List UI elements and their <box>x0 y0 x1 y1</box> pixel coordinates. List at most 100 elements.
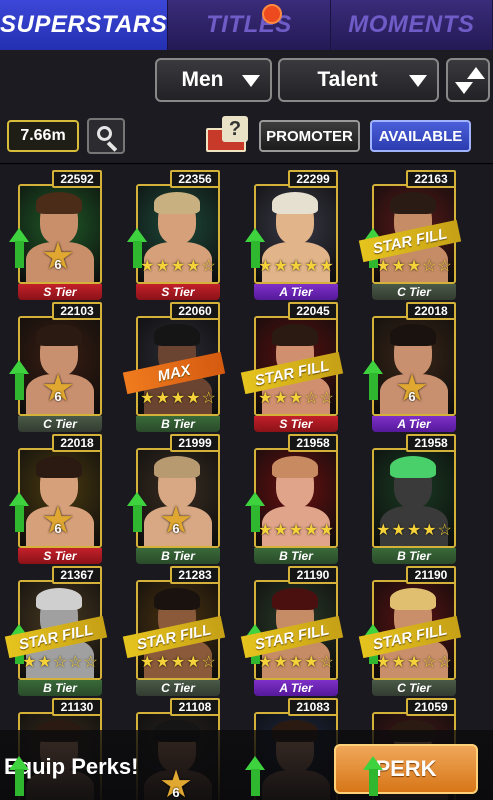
tab-moments-label: MOMENTS <box>348 11 475 38</box>
upgrade-arrow-head <box>245 492 265 506</box>
available-filter-button[interactable]: AVAILABLE <box>370 120 471 152</box>
star-icon: ★ <box>170 258 186 275</box>
upgrade-arrow-head <box>127 228 147 242</box>
superstar-card[interactable]: 21999 ★ 6 B Tier <box>127 434 220 564</box>
star-icon: ★ <box>140 390 155 407</box>
star-icon: ☆ <box>437 522 452 539</box>
portrait-hair <box>154 588 200 610</box>
portrait-hair <box>390 192 436 214</box>
star-icon: ★ <box>376 522 391 539</box>
star-icon: ★ <box>406 258 422 275</box>
superstar-card[interactable]: 21367 ★ ★ ☆ ☆ ☆ STAR FILL B Tier <box>4 566 108 696</box>
perk-button[interactable]: PERK <box>334 744 478 794</box>
portrait-hair <box>390 456 436 478</box>
upgrade-arrow-head <box>363 360 383 374</box>
star-icon: ☆ <box>201 258 216 275</box>
superstar-card[interactable]: 21190 ★ ★ ★ ★ ☆ STAR FILL A Tier <box>240 566 344 696</box>
filter-row: Men Talent <box>0 50 493 112</box>
superstar-card[interactable]: 22356 ★ ★ ★ ★ ☆ S Tier <box>127 170 220 300</box>
star-icon: ★ <box>155 654 170 671</box>
star-icon: ★ <box>304 654 319 671</box>
superstar-card[interactable]: 21283 ★ ★ ★ ★ ☆ STAR FILL C Tier <box>122 566 226 696</box>
star-level-badge-icon: ★ 6 <box>159 766 193 800</box>
tier-label: C Tier <box>372 680 456 696</box>
upgrade-arrow-shaft <box>251 769 260 796</box>
tier-label: C Tier <box>18 416 102 432</box>
upgrade-arrow-head <box>9 756 29 770</box>
portrait-hair <box>272 588 318 610</box>
tab-titles[interactable]: TITLES <box>168 0 331 50</box>
upgrade-arrow-head <box>9 360 29 374</box>
star-icon: ★ <box>273 390 288 407</box>
toolbar-row: 7.66m ? PROMOTER AVAILABLE <box>0 112 493 164</box>
superstar-card[interactable]: 21190 ★ ★ ★ ☆ ☆ STAR FILL C Tier <box>358 566 462 696</box>
star-level-badge-icon: ★ 6 <box>395 370 429 408</box>
superstar-card[interactable]: 22103 ★ 6 C Tier <box>9 302 102 432</box>
star-icon: ★ <box>37 654 52 671</box>
upgrade-arrow-shaft <box>15 241 24 268</box>
star-icon: ★ <box>319 258 334 275</box>
superstar-card[interactable]: 21958 ★ ★ ★ ★ ★ B Tier <box>245 434 338 564</box>
upgrade-arrow-shaft <box>251 241 260 268</box>
upgrade-arrow-shaft <box>369 769 378 796</box>
gender-dropdown[interactable]: Men <box>155 58 272 102</box>
star-level-number: 6 <box>54 521 62 536</box>
star-icon: ★ <box>304 522 319 539</box>
perk-button-label: PERK <box>375 756 437 781</box>
superstar-card[interactable]: 22018 ★ 6 A Tier <box>363 302 456 432</box>
star-icon: ★ <box>170 654 186 671</box>
tier-label: C Tier <box>372 284 456 300</box>
star-level-number: 6 <box>54 257 62 272</box>
tab-superstars[interactable]: SUPERSTARS <box>0 0 169 50</box>
search-icon <box>97 126 112 141</box>
star-rating: ★ ★ ★ ★ ☆ <box>138 258 218 276</box>
power-rating: 22045 <box>288 302 338 320</box>
superstar-grid: 22592 ★ 6 S Tier 22356 ★ ★ ★ ★ ☆ S Tier 22299 ★ ★ ★ ★ ★ A… <box>0 165 493 800</box>
star-level-number: 6 <box>54 389 62 404</box>
star-icon: ☆ <box>437 258 452 275</box>
star-icon: ★ <box>288 390 304 407</box>
portrait-hair <box>390 324 436 346</box>
star-icon: ☆ <box>201 654 216 671</box>
superstar-card[interactable]: 22060 ★ ★ ★ ★ ☆ MAX B Tier <box>122 302 226 432</box>
power-rating: 21190 <box>406 566 456 584</box>
star-icon: ★ <box>155 258 170 275</box>
superstar-card[interactable]: 22018 ★ 6 S Tier <box>9 434 102 564</box>
superstar-card[interactable]: 22299 ★ ★ ★ ★ ★ A Tier <box>245 170 338 300</box>
star-icon: ★ <box>391 258 406 275</box>
star-icon: ☆ <box>319 654 334 671</box>
star-icon: ★ <box>140 654 155 671</box>
upgrade-arrow-head <box>245 756 265 770</box>
sort-dropdown[interactable]: Talent <box>278 58 439 102</box>
tier-label: S Tier <box>136 284 220 300</box>
star-icon: ☆ <box>319 390 334 407</box>
tab-moments[interactable]: MOMENTS <box>330 0 493 50</box>
star-rating: ★ ★ ★ ★ ☆ <box>138 390 218 408</box>
superstar-card[interactable]: 22163 ★ ★ ★ ☆ ☆ STAR FILL C Tier <box>358 170 462 300</box>
star-icon: ☆ <box>68 654 83 671</box>
superstar-card[interactable]: 22592 ★ 6 S Tier <box>9 170 102 300</box>
available-label: AVAILABLE <box>378 127 463 145</box>
upgrade-arrow-head <box>9 492 29 506</box>
star-rating: ★ ★ ★ ☆ ☆ <box>374 654 454 672</box>
portrait-hair <box>36 456 82 478</box>
star-level-badge-icon: ★ 6 <box>41 238 75 276</box>
upgrade-arrow-shaft <box>15 373 24 400</box>
star-icon: ★ <box>186 654 201 671</box>
sort-order-button[interactable] <box>446 58 490 102</box>
upgrade-arrow-head <box>127 492 147 506</box>
star-icon: ☆ <box>201 390 216 407</box>
portrait-hair <box>272 192 318 214</box>
power-rating: 21059 <box>406 698 456 716</box>
promoter-filter-button[interactable]: PROMOTER <box>259 120 360 152</box>
power-rating: 22018 <box>52 434 102 452</box>
superstar-card[interactable]: 22045 ★ ★ ★ ☆ ☆ STAR FILL S Tier <box>240 302 344 432</box>
star-icon: ☆ <box>52 654 68 671</box>
power-rating: 22018 <box>406 302 456 320</box>
search-button[interactable] <box>87 118 125 154</box>
upgrade-arrow-icon <box>9 756 29 796</box>
help-book-button[interactable]: ? <box>206 116 250 158</box>
superstar-card[interactable]: 21958 ★ ★ ★ ★ ☆ B Tier <box>364 434 456 564</box>
star-level-number: 6 <box>172 785 180 800</box>
portrait-hair <box>36 324 82 346</box>
